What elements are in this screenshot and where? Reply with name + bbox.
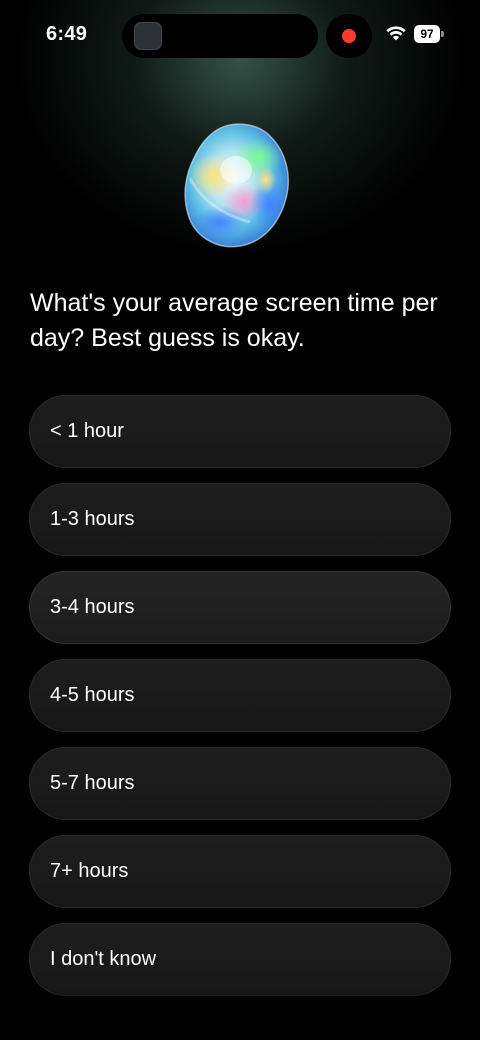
battery-level: 97 (414, 25, 440, 43)
option-label: 7+ hours (50, 860, 129, 882)
answer-options-list: < 1 hour 1-3 hours 3-4 hours 4-5 hours 5… (29, 395, 451, 1011)
recording-dot-icon (342, 29, 356, 43)
option-1-3-hours[interactable]: 1-3 hours (29, 483, 451, 556)
dynamic-island[interactable] (122, 14, 318, 58)
option-label: I don't know (50, 948, 157, 970)
option-3-4-hours[interactable]: 3-4 hours (29, 571, 451, 644)
battery-cap (441, 31, 444, 37)
opal-gem-icon (184, 123, 289, 248)
option-label: 1-3 hours (50, 508, 135, 530)
question-heading: What's your average screen time per day?… (30, 289, 438, 352)
status-time: 6:49 (46, 23, 88, 45)
screen-recording-indicator[interactable] (326, 14, 372, 58)
screen: 6:49 97 What's your average screen time … (0, 0, 480, 1040)
option-7-plus-hours[interactable]: 7+ hours (29, 835, 451, 908)
option-label: 4-5 hours (50, 684, 135, 706)
bottom-fade-overlay (0, 990, 480, 1040)
option-label: < 1 hour (50, 420, 124, 442)
wifi-icon (386, 26, 406, 41)
option-less-than-1-hour[interactable]: < 1 hour (29, 395, 451, 468)
option-4-5-hours[interactable]: 4-5 hours (29, 659, 451, 732)
app-thumbnail-icon (134, 22, 162, 50)
option-i-dont-know[interactable]: I don't know (29, 923, 451, 996)
battery-icon: 97 (414, 25, 444, 43)
option-label: 5-7 hours (50, 772, 135, 794)
option-label: 3-4 hours (50, 596, 135, 618)
option-5-7-hours[interactable]: 5-7 hours (29, 747, 451, 820)
